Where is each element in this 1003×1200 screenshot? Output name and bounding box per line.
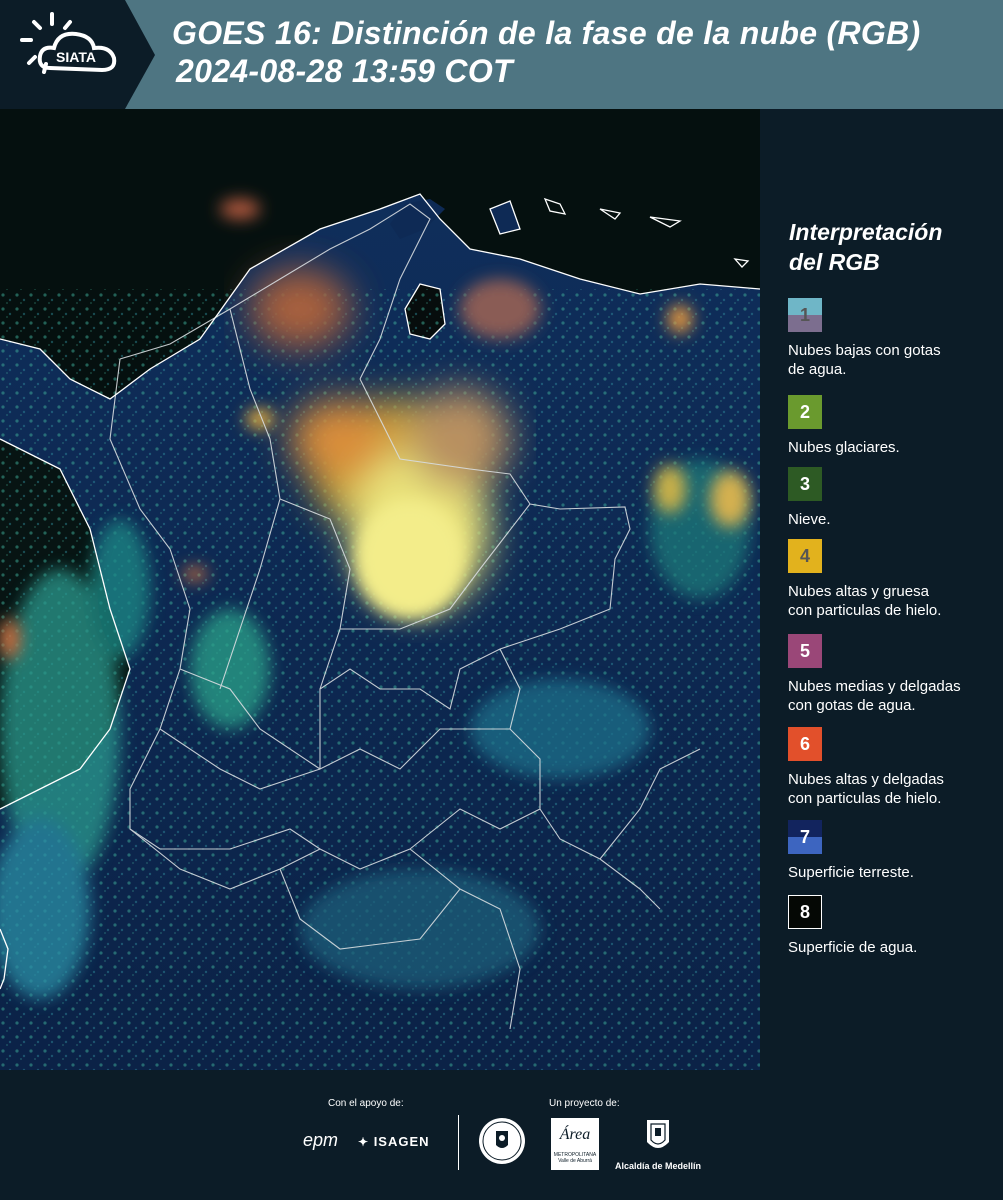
legend-swatch-4: 4: [788, 539, 822, 573]
legend-label-4-line-2: con particulas de hielo.: [788, 602, 942, 619]
legend-label-4: Nubes altas y gruesa con particulas de h…: [788, 582, 1003, 620]
legend-swatch-7: 7: [788, 820, 822, 854]
alcaldia-text: Alcaldía de Medellín: [614, 1161, 702, 1171]
legend-item-4: 4 Nubes altas y gruesa con particulas de…: [788, 539, 1003, 620]
legend-label-1-line-1: Nubes bajas con gotas: [788, 342, 941, 359]
legend-swatch-2: 2: [788, 395, 822, 429]
isagen-logo[interactable]: ✦ ISAGEN: [358, 1134, 430, 1149]
legend-swatch-8: 8: [788, 895, 822, 929]
area-metropolitana-logo[interactable]: Área METROPOLITANA Valle de Aburrá: [551, 1118, 599, 1170]
alcaldia-shield-icon: [647, 1120, 669, 1148]
legend-number-4: 4: [799, 546, 810, 566]
isagen-icon: ✦: [358, 1135, 370, 1149]
siata-logo[interactable]: SIATA: [0, 0, 155, 109]
area-line-2: Valle de Aburrá: [558, 1158, 592, 1164]
legend-number-1: 1: [799, 305, 810, 325]
legend-title: Interpretación del RGB: [789, 217, 942, 277]
epm-logo-text: epm: [303, 1130, 339, 1150]
legend-swatch-5: 5: [788, 634, 822, 668]
legend-swatch-3: 3: [788, 467, 822, 501]
legend-item-2: 2 Nubes glaciares.: [788, 395, 1003, 457]
legend-panel: Interpretación del RGB 1 Nubes bajas con…: [760, 109, 1003, 1070]
legend-number-5: 5: [799, 641, 810, 661]
legend-label-4-line-1: Nubes altas y gruesa: [788, 583, 929, 600]
legend-swatch-1: 1: [788, 298, 822, 332]
legend-label-8: Superficie de agua.: [788, 939, 918, 956]
project-label: Un proyecto de:: [549, 1098, 620, 1109]
legend-number-7: 7: [799, 827, 810, 847]
area-script: Área: [559, 1126, 591, 1143]
legend-label-7: Superficie terreste.: [788, 864, 914, 881]
support-label: Con el apoyo de:: [328, 1098, 404, 1109]
legend-title-line-2: del RGB: [789, 249, 880, 275]
legend-label-1-line-2: de agua.: [788, 361, 847, 378]
legend-item-6: 6 Nubes altas y delgadas con particulas …: [788, 727, 1003, 808]
legend-label-5-line-1: Nubes medias y delgadas: [788, 678, 961, 695]
legend-label-2: Nubes glaciares.: [788, 439, 900, 456]
medellin-seal-logo[interactable]: [478, 1117, 526, 1165]
legend-label-6: Nubes altas y delgadas con particulas de…: [788, 770, 1003, 808]
legend-number-3: 3: [799, 474, 810, 494]
legend-label-5: Nubes medias y delgadas con gotas de agu…: [788, 677, 1003, 715]
isagen-logo-text: ISAGEN: [373, 1134, 430, 1149]
alcaldia-logo[interactable]: Alcaldía de Medellín: [608, 1118, 708, 1171]
legend-label-5-line-2: con gotas de agua.: [788, 697, 916, 714]
satellite-rgb-map[interactable]: [0, 109, 760, 1070]
legend-item-1: 1 Nubes bajas con gotas de agua.: [788, 298, 1003, 379]
legend-title-line-1: Interpretación: [789, 219, 943, 245]
logo-text: SIATA: [56, 49, 96, 65]
legend-number-6: 6: [799, 734, 810, 754]
legend-item-7: 7 Superficie terreste.: [788, 820, 1003, 882]
title-line-2: 2024-08-28 13:59 COT: [176, 53, 513, 89]
title-line-1: GOES 16: Distinción de la fase de la nub…: [172, 15, 921, 51]
legend-item-3: 3 Nieve.: [788, 467, 1003, 529]
footer: Con el apoyo de: Un proyecto de: epm ✦ I…: [0, 1070, 1003, 1200]
page-title: GOES 16: Distinción de la fase de la nub…: [172, 14, 920, 90]
legend-item-5: 5 Nubes medias y delgadas con gotas de a…: [788, 634, 1003, 715]
footer-divider: [458, 1115, 459, 1170]
epm-logo[interactable]: epm: [303, 1130, 338, 1151]
legend-label-1: Nubes bajas con gotas de agua.: [788, 341, 1003, 379]
header-bar: SIATA GOES 16: Distinción de la fase de …: [0, 0, 1003, 109]
legend-label-3: Nieve.: [788, 511, 831, 528]
legend-number-8: 8: [799, 902, 810, 922]
legend-label-6-line-2: con particulas de hielo.: [788, 790, 942, 807]
legend-item-8: 8 Superficie de agua.: [788, 895, 1003, 957]
legend-swatch-6: 6: [788, 727, 822, 761]
legend-number-2: 2: [799, 402, 810, 422]
legend-label-6-line-1: Nubes altas y delgadas: [788, 771, 944, 788]
